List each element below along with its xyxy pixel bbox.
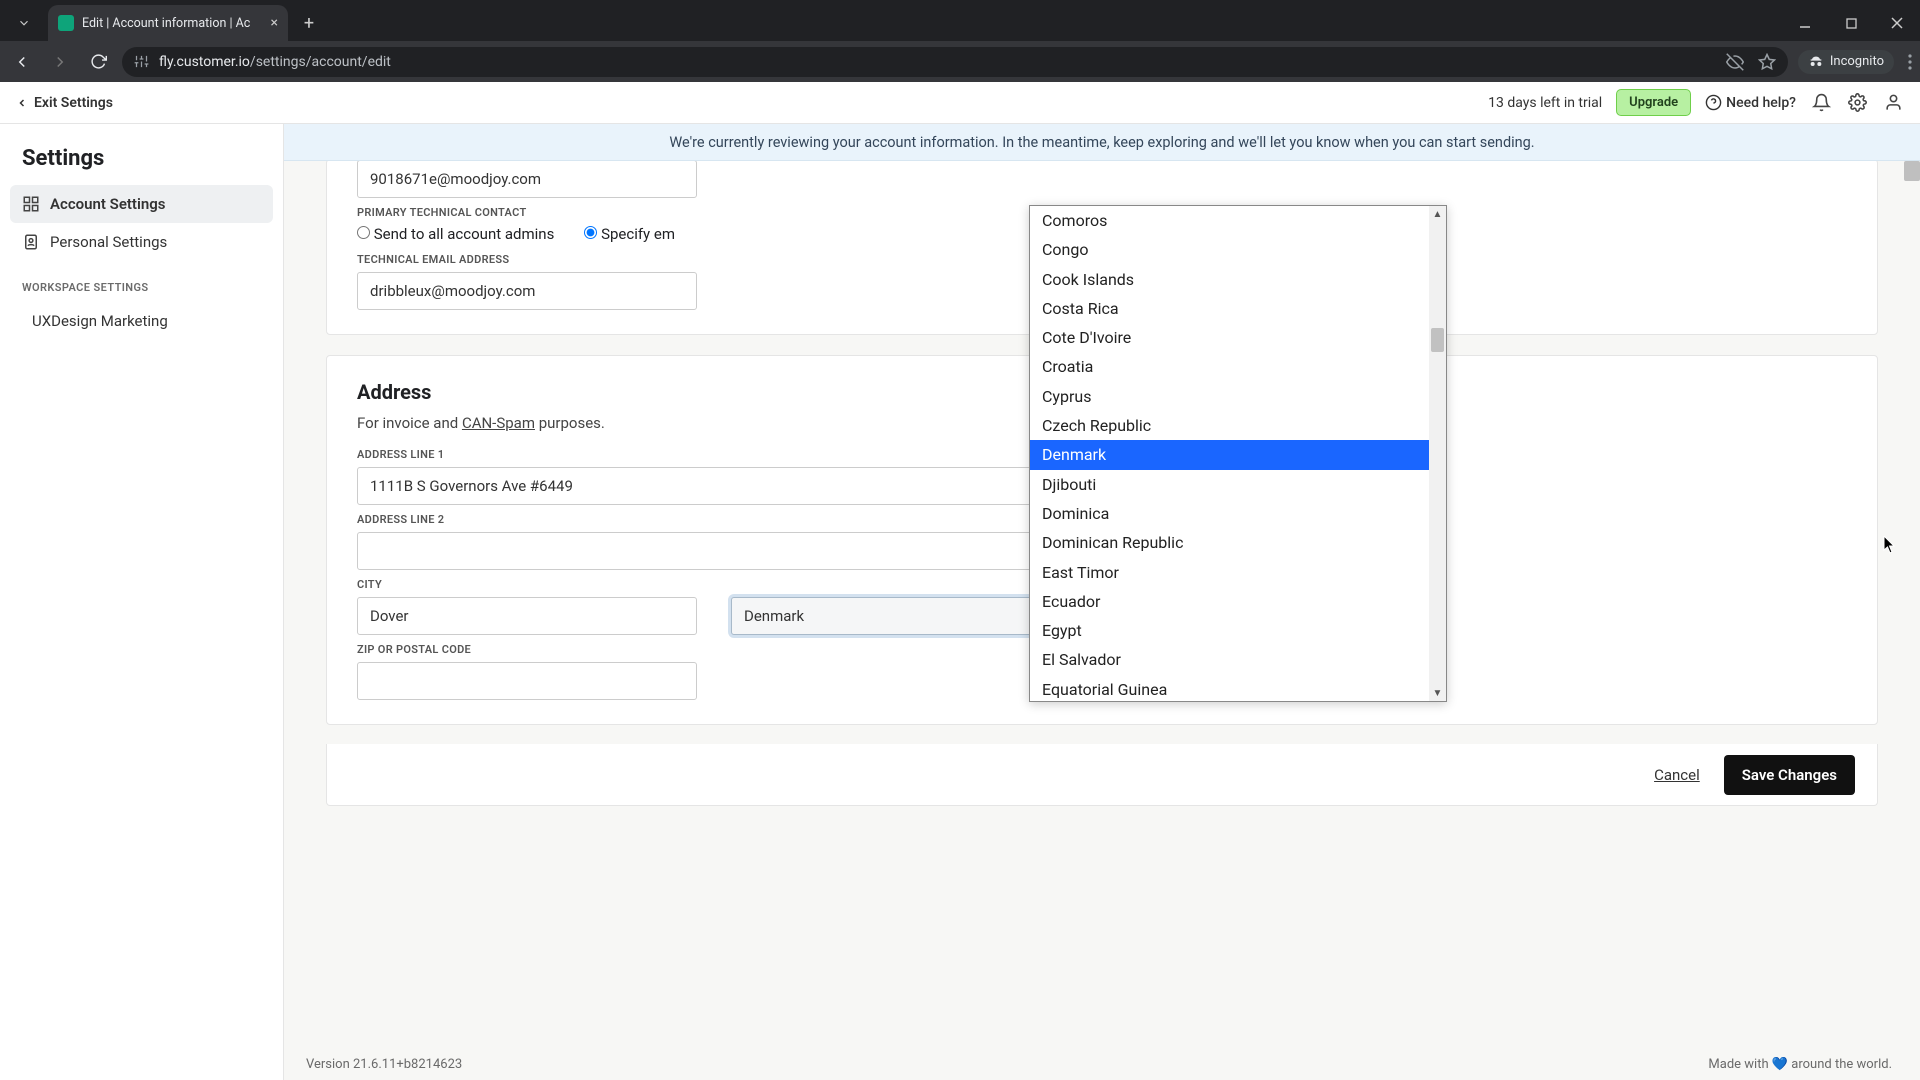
account-email-input[interactable] xyxy=(357,161,697,198)
country-option[interactable]: Cook Islands xyxy=(1030,265,1429,294)
tab-title: Edit | Account information | Ac xyxy=(82,16,250,31)
close-window-icon[interactable] xyxy=(1874,5,1920,41)
tech-email-input[interactable] xyxy=(357,272,697,310)
incognito-badge[interactable]: Incognito xyxy=(1798,50,1894,74)
reload-icon[interactable] xyxy=(84,48,112,76)
app-top-bar: Exit Settings 13 days left in trial Upgr… xyxy=(0,82,1920,124)
country-option[interactable]: Egypt xyxy=(1030,616,1429,645)
review-banner: We're currently reviewing your account i… xyxy=(284,124,1920,161)
radio-all-admins[interactable]: Send to all account admins xyxy=(357,225,554,243)
country-option[interactable]: Croatia xyxy=(1030,352,1429,381)
mouse-cursor-icon xyxy=(1883,536,1897,554)
country-option[interactable]: Denmark xyxy=(1030,440,1429,469)
country-option[interactable]: East Timor xyxy=(1030,558,1429,587)
sidebar-title: Settings xyxy=(10,142,273,185)
workspace-item[interactable]: UXDesign Marketing xyxy=(10,302,273,340)
country-select[interactable]: Denmark xyxy=(731,597,1071,635)
back-icon[interactable] xyxy=(8,48,36,76)
url-input[interactable]: fly.customer.io/settings/account/edit xyxy=(122,47,1788,77)
country-option[interactable]: Congo xyxy=(1030,235,1429,264)
can-spam-link[interactable]: CAN-Spam xyxy=(462,414,535,432)
sidebar-item-personal-settings[interactable]: Personal Settings xyxy=(10,223,273,261)
dropdown-scrollbar[interactable]: ▲ ▼ xyxy=(1429,206,1446,701)
gear-icon[interactable] xyxy=(1846,92,1868,114)
scroll-down-arrow[interactable]: ▼ xyxy=(1429,685,1446,701)
maximize-icon[interactable] xyxy=(1828,5,1874,41)
country-option[interactable]: Dominican Republic xyxy=(1030,528,1429,557)
kebab-menu-icon[interactable] xyxy=(1908,54,1912,70)
close-tab-icon[interactable]: × xyxy=(271,15,278,31)
notifications-icon[interactable] xyxy=(1810,92,1832,114)
heart-icon: 💙 xyxy=(1772,1057,1788,1072)
favicon-icon xyxy=(58,15,74,31)
version-text: Version 21.6.11+b8214623 xyxy=(306,1057,462,1072)
tab-search-dropdown[interactable] xyxy=(0,5,48,41)
country-option[interactable]: Dominica xyxy=(1030,499,1429,528)
new-tab-button[interactable]: + xyxy=(294,8,324,38)
browser-tab-strip: Edit | Account information | Ac × + xyxy=(0,0,1920,41)
country-option[interactable]: Equatorial Guinea xyxy=(1030,675,1429,701)
country-option[interactable]: Cote D'Ivoire xyxy=(1030,323,1429,352)
label-zip: ZIP OR POSTAL CODE xyxy=(357,643,697,656)
address-line1-input[interactable] xyxy=(357,467,1037,505)
country-option[interactable]: Cyprus xyxy=(1030,382,1429,411)
cancel-button[interactable]: Cancel xyxy=(1654,766,1700,784)
help-circle-icon xyxy=(1705,94,1722,111)
country-option[interactable]: El Salvador xyxy=(1030,645,1429,674)
browser-tab[interactable]: Edit | Account information | Ac × xyxy=(48,5,288,41)
save-changes-button[interactable]: Save Changes xyxy=(1724,755,1855,795)
city-input[interactable] xyxy=(357,597,697,635)
scroll-thumb[interactable] xyxy=(1431,328,1444,352)
forward-icon[interactable] xyxy=(46,48,74,76)
need-help-button[interactable]: Need help? xyxy=(1705,94,1796,111)
browser-address-bar: fly.customer.io/settings/account/edit In… xyxy=(0,41,1920,82)
country-option[interactable]: Costa Rica xyxy=(1030,294,1429,323)
radio-specify-email[interactable]: Specify em xyxy=(584,225,675,243)
sidebar: Settings Account SettingsPersonal Settin… xyxy=(0,124,284,1080)
label-city: CITY xyxy=(357,578,697,591)
trial-status: 13 days left in trial xyxy=(1488,95,1602,111)
sidebar-item-account-settings[interactable]: Account Settings xyxy=(10,185,273,223)
url-text: fly.customer.io/settings/account/edit xyxy=(159,54,391,70)
eye-off-icon[interactable] xyxy=(1726,53,1744,71)
form-footer: Cancel Save Changes xyxy=(326,744,1878,806)
country-dropdown-list[interactable]: ComorosCongoCook IslandsCosta RicaCote D… xyxy=(1029,205,1447,702)
address-line2-input[interactable] xyxy=(357,532,1037,570)
user-icon xyxy=(22,233,40,251)
country-option[interactable]: Czech Republic xyxy=(1030,411,1429,440)
made-with-love: Made with 💙 around the world. xyxy=(1708,1057,1892,1072)
incognito-icon xyxy=(1808,54,1824,70)
workspace-settings-heading: WORKSPACE SETTINGS xyxy=(10,261,273,302)
exit-settings-button[interactable]: Exit Settings xyxy=(16,95,113,111)
chevron-left-icon xyxy=(16,97,28,109)
country-option[interactable]: Comoros xyxy=(1030,206,1429,235)
upgrade-button[interactable]: Upgrade xyxy=(1616,89,1691,116)
minimize-icon[interactable] xyxy=(1782,5,1828,41)
grid-icon xyxy=(22,195,40,213)
site-settings-icon[interactable] xyxy=(134,54,149,69)
bookmark-star-icon[interactable] xyxy=(1758,53,1776,71)
zip-input[interactable] xyxy=(357,662,697,700)
scroll-up-arrow[interactable]: ▲ xyxy=(1429,206,1446,222)
country-option[interactable]: Djibouti xyxy=(1030,470,1429,499)
profile-icon[interactable] xyxy=(1882,92,1904,114)
country-option[interactable]: Ecuador xyxy=(1030,587,1429,616)
